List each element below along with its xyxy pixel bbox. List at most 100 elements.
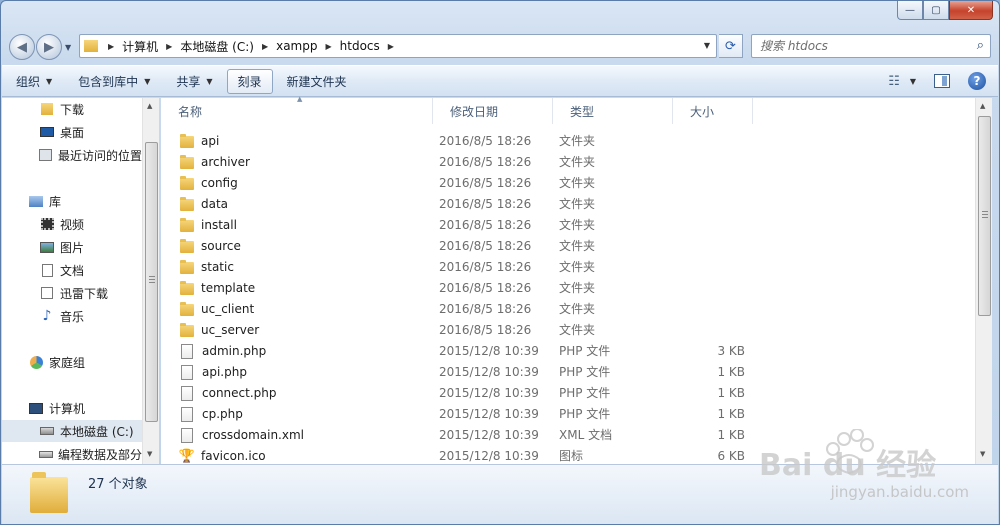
refresh-button[interactable]: ⟳ [719, 34, 743, 58]
nav-item-label: 最近访问的位置 [57, 148, 142, 163]
file-name: api.php [202, 365, 247, 379]
music-icon: ♪ [42, 308, 52, 324]
nav-item-downloads[interactable]: 下载 [2, 98, 142, 120]
table-row[interactable]: template 2016/8/5 18:26 文件夹 [171, 278, 941, 299]
new-folder-button[interactable]: 新建文件夹 [287, 73, 347, 90]
breadcrumb-separator-icon[interactable]: ▶ [262, 42, 268, 51]
nav-item-homegroup[interactable]: 家庭组 [2, 351, 142, 373]
nav-item-label: 本地磁盘 (C:) [60, 424, 134, 439]
file-name: connect.php [202, 386, 277, 400]
table-row[interactable]: uc_client 2016/8/5 18:26 文件夹 [171, 299, 941, 320]
navigation-scrollbar[interactable]: ▲ ▼ [142, 98, 159, 464]
file-list-scrollbar[interactable]: ▲ ▼ [975, 98, 992, 464]
folder-icon [180, 175, 194, 190]
nav-item-libraries[interactable]: 库 [2, 190, 142, 212]
table-row[interactable]: api 2016/8/5 18:26 文件夹 [171, 131, 941, 152]
file-date: 2016/8/5 18:26 [439, 239, 532, 253]
help-icon[interactable]: ? [968, 72, 986, 90]
burn-button[interactable]: 刻录 [226, 68, 273, 94]
file-type: 文件夹 [559, 323, 596, 337]
organize-menu[interactable]: 组织 ▼ [16, 73, 52, 90]
table-row[interactable]: archiver 2016/8/5 18:26 文件夹 [171, 152, 941, 173]
table-row[interactable]: api.php 2015/12/8 10:39 PHP 文件 1 KB [171, 362, 941, 383]
file-name: uc_server [201, 323, 260, 337]
search-box[interactable]: ⌕ [751, 34, 991, 58]
address-history-chevron-down-icon[interactable]: ▼ [704, 41, 710, 50]
preview-pane-icon[interactable] [934, 74, 950, 88]
share-label: 共享 [176, 74, 201, 89]
file-type: 文件夹 [559, 134, 596, 148]
table-row[interactable]: static 2016/8/5 18:26 文件夹 [171, 257, 941, 278]
column-header-date[interactable]: 修改日期 [433, 98, 553, 124]
close-button[interactable]: ✕ [949, 1, 993, 20]
nav-item-pictures[interactable]: 图片 [2, 236, 142, 258]
history-buttons: ◀ ▶ ▼ [9, 33, 75, 61]
breadcrumb-xampp[interactable]: xampp [276, 39, 317, 53]
file-size [701, 131, 745, 152]
table-row[interactable]: admin.php 2015/12/8 10:39 PHP 文件 3 KB [171, 341, 941, 362]
file-date: 2015/12/8 10:39 [439, 428, 539, 442]
breadcrumb-computer[interactable]: 计算机 [122, 38, 158, 55]
folder-icon [180, 196, 194, 211]
scroll-up-icon[interactable]: ▲ [980, 102, 985, 110]
breadcrumb-htdocs[interactable]: htdocs [340, 39, 380, 53]
nav-item-local-disk-c[interactable]: 本地磁盘 (C:) [2, 420, 142, 442]
file-size: 3 KB [717, 344, 745, 358]
nav-item-desktop[interactable]: 桌面 [2, 121, 142, 143]
table-row[interactable]: install 2016/8/5 18:26 文件夹 [171, 215, 941, 236]
file-name: uc_client [201, 302, 255, 316]
column-header-name[interactable]: ▲ 名称 [161, 95, 433, 124]
file-date: 2015/12/8 10:39 [439, 386, 539, 400]
breadcrumb-separator-icon[interactable]: ▶ [108, 42, 114, 51]
file-size [701, 152, 745, 173]
nav-item-documents[interactable]: 文档 [2, 259, 142, 281]
nav-item-recent-places[interactable]: 最近访问的位置 [2, 144, 142, 166]
column-header-type[interactable]: 类型 [553, 98, 673, 124]
table-row[interactable]: source 2016/8/5 18:26 文件夹 [171, 236, 941, 257]
scroll-up-icon[interactable]: ▲ [147, 102, 152, 110]
navigation-pane: 下载 桌面 最近访问的位置 库 视频 图片 文档 迅雷下载 ♪ 音乐 家庭组 计… [2, 98, 142, 464]
scroll-down-icon[interactable]: ▼ [980, 450, 985, 458]
change-view-icon[interactable]: ☷ [888, 74, 900, 89]
table-row[interactable]: uc_server 2016/8/5 18:26 文件夹 [171, 320, 941, 341]
scrollbar-thumb[interactable] [145, 142, 158, 422]
breadcrumb-separator-icon[interactable]: ▶ [166, 42, 172, 51]
file-date: 2016/8/5 18:26 [439, 176, 532, 190]
nav-item-thunder-downloads[interactable]: 迅雷下载 [2, 282, 142, 304]
table-row[interactable]: cp.php 2015/12/8 10:39 PHP 文件 1 KB [171, 404, 941, 425]
folder-icon [180, 280, 194, 295]
view-chevron-down-icon[interactable]: ▼ [910, 77, 916, 86]
nav-item-drive-d[interactable]: 编程数据及部分 [2, 443, 142, 464]
file-list: ▲ 名称 修改日期 类型 大小 api 2016/8/5 18:26 文件夹 a… [161, 95, 975, 464]
address-bar[interactable]: ▶ 计算机 ▶ 本地磁盘 (C:) ▶ xampp ▶ htdocs ▶ ▼ [79, 34, 717, 58]
maximize-icon: ▢ [931, 4, 941, 16]
nav-item-videos[interactable]: 视频 [2, 213, 142, 235]
table-row[interactable]: crossdomain.xml 2015/12/8 10:39 XML 文档 1… [171, 425, 941, 446]
minimize-button[interactable]: — [897, 1, 923, 20]
search-input[interactable] [760, 39, 960, 53]
file-type: 文件夹 [559, 176, 596, 190]
breadcrumb-local-disk[interactable]: 本地磁盘 (C:) [180, 38, 254, 55]
watermark-url: jingyan.baidu.com [830, 483, 969, 501]
include-in-library-menu[interactable]: 包含到库中 ▼ [78, 73, 150, 90]
breadcrumb-separator-icon[interactable]: ▶ [325, 42, 331, 51]
table-row[interactable]: data 2016/8/5 18:26 文件夹 [171, 194, 941, 215]
forward-button[interactable]: ▶ [36, 34, 62, 60]
scrollbar-thumb[interactable] [978, 116, 991, 316]
breadcrumb-separator-icon[interactable]: ▶ [388, 42, 394, 51]
table-row[interactable]: config 2016/8/5 18:26 文件夹 [171, 173, 941, 194]
php-file-icon [181, 344, 193, 359]
scroll-down-icon[interactable]: ▼ [147, 450, 152, 458]
search-icon[interactable]: ⌕ [977, 38, 984, 53]
nav-item-music[interactable]: ♪ 音乐 [2, 305, 142, 327]
column-header-label: 名称 [178, 104, 203, 119]
share-menu[interactable]: 共享 ▼ [176, 73, 212, 90]
nav-item-computer[interactable]: 计算机 [2, 397, 142, 419]
table-row[interactable]: connect.php 2015/12/8 10:39 PHP 文件 1 KB [171, 383, 941, 404]
column-header-size[interactable]: 大小 [673, 98, 753, 124]
include-library-label: 包含到库中 [78, 74, 139, 89]
folder-icon [180, 259, 194, 274]
back-button[interactable]: ◀ [9, 34, 35, 60]
recent-pages-chevron-down-icon[interactable]: ▼ [65, 43, 71, 52]
maximize-button[interactable]: ▢ [923, 1, 949, 20]
